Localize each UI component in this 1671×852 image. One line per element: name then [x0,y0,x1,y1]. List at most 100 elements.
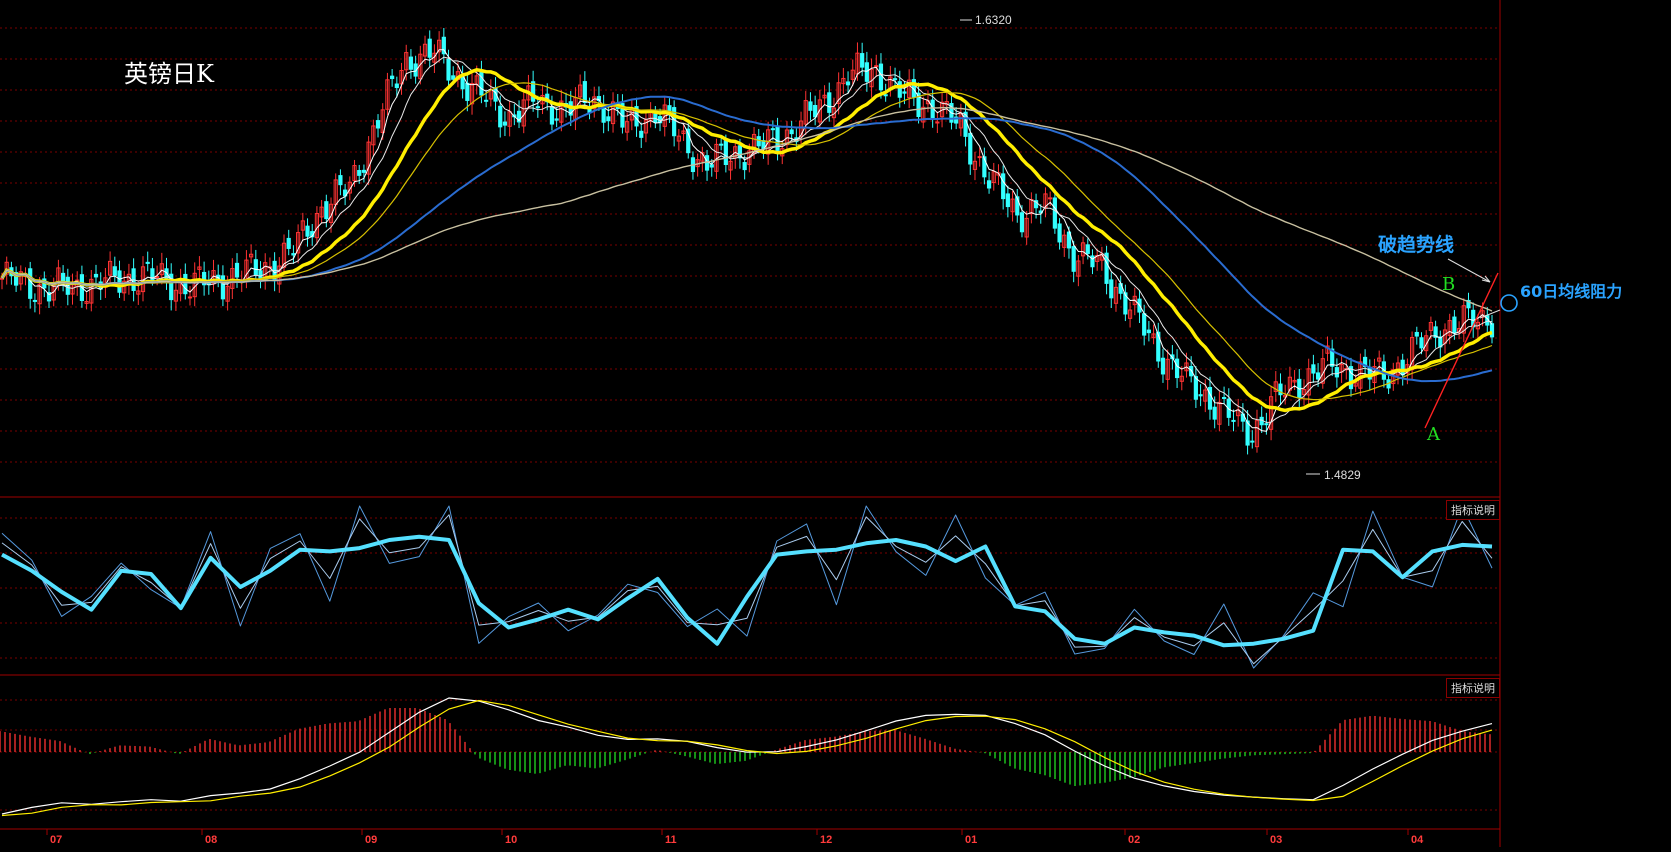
candle-body [808,101,813,111]
candle-body [1400,359,1405,376]
candle-body [112,266,117,276]
candle-body [183,273,188,295]
candle-body [427,38,432,58]
resistance-marker-circle [1500,294,1518,312]
candle-body [742,162,747,171]
candle-body [187,296,193,299]
candle-body [1057,223,1062,243]
candle-body [1048,197,1053,200]
candle-body [357,170,362,176]
candle-body [935,121,940,124]
candle-body [484,99,489,102]
candle-body [1212,406,1217,420]
low-price-label: 1.4829 [1324,468,1361,482]
candle-body [864,62,869,82]
candle-body [789,129,794,135]
candle-body [1001,173,1006,200]
candle-body [1315,372,1321,380]
candle-body [968,132,973,165]
candle-body [220,275,226,300]
ma-5-line [1,49,1493,432]
candle-body [582,81,587,103]
candle-body [1311,364,1316,374]
candle-body [1142,313,1147,336]
candle-body [554,118,559,121]
candle-body [874,65,879,68]
candle-body [986,180,992,189]
ma60-resistance-annotation: 60日均线阻力 [1520,282,1623,301]
candle-body [1250,440,1255,443]
candle-body [719,143,724,146]
candle-body [291,253,296,256]
candle-body [1193,376,1198,400]
macd-dif-line [1,697,1493,815]
candle-body [1452,316,1457,334]
candle-body [305,225,310,237]
month-label: 03 [1270,834,1283,846]
candle-body [498,105,503,128]
candle-body [845,81,851,86]
candle-body [878,63,884,91]
indicator-info-button-1[interactable]: 指标说明 [1446,500,1500,520]
candle-body [883,94,888,97]
candle-body [375,120,381,129]
trendline-ab [1424,272,1499,429]
candle-body [1146,329,1151,334]
candle-body [606,116,611,122]
ma-10-line [1,56,1493,423]
candle-body [451,75,456,80]
candle-body [1231,419,1236,422]
candle-body [145,261,150,264]
candle-body [756,136,761,147]
ma-30-line [1,82,1493,401]
candle-body [502,121,508,126]
month-label: 09 [365,834,378,846]
candle-body [408,56,414,70]
candle-body [253,259,258,276]
candle-body [1419,337,1424,349]
candle-body [639,130,644,138]
candle-body [1019,212,1025,233]
candle-body [1109,279,1114,299]
candle-body [813,104,818,118]
candle-body [324,201,329,220]
candle-body [709,164,714,168]
candle-body [465,82,470,101]
price-candles [0,27,1495,455]
chart-title: 英镑日K [124,60,214,88]
candle-body [549,106,555,125]
candle-body [902,91,907,94]
candle-body [1085,244,1090,254]
month-label: 12 [820,834,833,846]
candle-body [1198,394,1203,397]
candle-body [1174,358,1180,379]
candle-body [1334,367,1339,378]
macd-panel [0,697,1493,817]
candle-body [394,83,399,89]
month-label: 02 [1128,834,1141,846]
candle-body [535,106,540,109]
candle-body [1071,246,1076,272]
point-a-label: A [1427,424,1440,445]
candle-body [1348,366,1354,390]
month-label: 04 [1411,834,1424,846]
oscillator-panel [1,505,1493,669]
candle-body [1160,357,1166,375]
candle-body [61,272,66,282]
candle-body [390,75,395,80]
candle-body [28,268,33,299]
indicator-info-button-2[interactable]: 指标说明 [1446,678,1500,698]
moving-average-lines [0,49,1493,432]
candle-body [977,156,982,159]
candle-body [770,128,775,131]
candle-body [361,169,367,173]
month-label: 08 [205,834,218,846]
candle-body [1264,423,1269,426]
candle-body [338,175,343,186]
candle-body [479,70,484,96]
candle-body [1052,197,1057,229]
candle-body [1489,323,1495,338]
month-label: 10 [505,834,518,846]
chart-canvas [0,0,1518,847]
point-b-label: B [1442,274,1456,295]
